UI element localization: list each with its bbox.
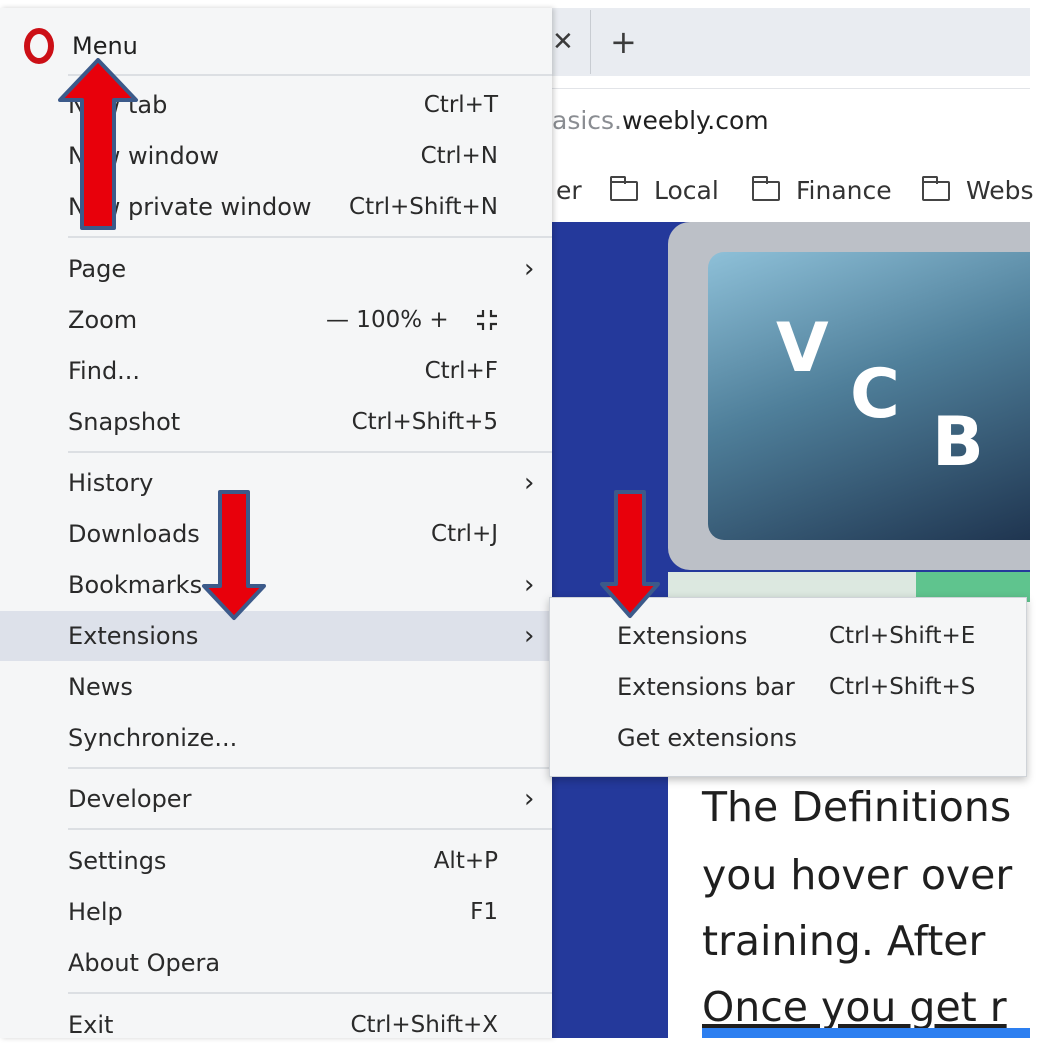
logo-letter: C bbox=[850, 355, 900, 434]
menu-item-exit[interactable]: Exit Ctrl+Shift+X bbox=[0, 1000, 552, 1050]
menu-item-history[interactable]: History › bbox=[0, 458, 552, 508]
menu-item-shortcut: Ctrl+Shift+X bbox=[350, 1012, 498, 1038]
menu-item-label: Bookmarks bbox=[68, 571, 203, 599]
menu-item-label: Find... bbox=[68, 357, 141, 385]
submenu-item-label: Get extensions bbox=[617, 724, 797, 752]
menu-item-label: About Opera bbox=[68, 949, 221, 977]
menu-item-shortcut: Alt+P bbox=[433, 848, 498, 874]
menu-divider bbox=[68, 828, 552, 830]
menu-item-snapshot[interactable]: Snapshot Ctrl+Shift+5 bbox=[0, 397, 552, 447]
menu-item-shortcut: Ctrl+N bbox=[420, 143, 498, 169]
chevron-right-icon: › bbox=[524, 621, 535, 651]
menu-item-synchronize[interactable]: Synchronize... bbox=[0, 713, 552, 763]
bookmark-folder-finance[interactable]: Finance bbox=[752, 172, 892, 210]
bookmark-folder-local[interactable]: Local bbox=[610, 172, 719, 210]
menu-item-developer[interactable]: Developer › bbox=[0, 774, 552, 824]
folder-icon bbox=[752, 176, 780, 201]
menu-item-label: Settings bbox=[68, 847, 167, 875]
menu-item-label: Help bbox=[68, 898, 123, 926]
chevron-right-icon: › bbox=[524, 468, 535, 498]
menu-item-shortcut: Ctrl+F bbox=[424, 358, 498, 384]
menu-item-label: Exit bbox=[68, 1011, 114, 1039]
link-highlight bbox=[702, 1028, 1030, 1038]
menu-divider bbox=[68, 992, 552, 994]
site-logo[interactable]: V C B bbox=[708, 252, 1030, 540]
submenu-item-get-extensions[interactable]: Get extensions bbox=[549, 713, 1025, 763]
chevron-right-icon: › bbox=[524, 784, 535, 814]
menu-item-label: Page bbox=[68, 255, 127, 283]
menu-item-shortcut: Ctrl+J bbox=[431, 521, 498, 547]
menu-item-about-opera[interactable]: About Opera bbox=[0, 938, 552, 988]
annotation-arrow-down bbox=[202, 490, 266, 620]
menu-item-label: News bbox=[68, 673, 133, 701]
chevron-right-icon: › bbox=[524, 570, 535, 600]
menu-item-news[interactable]: News bbox=[0, 662, 552, 712]
plus-icon[interactable]: + bbox=[610, 22, 640, 62]
url-host: weebly.com bbox=[622, 106, 769, 135]
menu-divider bbox=[68, 74, 552, 76]
menu-item-label: Synchronize... bbox=[68, 724, 238, 752]
menu-item-help[interactable]: Help F1 bbox=[0, 887, 552, 937]
menu-item-label: Extensions bbox=[68, 622, 199, 650]
menu-item-label: History bbox=[68, 469, 154, 497]
menu-divider bbox=[68, 236, 552, 238]
folder-icon bbox=[610, 176, 638, 201]
annotation-arrow-up bbox=[58, 58, 138, 230]
bookmark-label: er bbox=[556, 176, 582, 205]
submenu-item-extensions-bar[interactable]: Extensions bar Ctrl+Shift+S bbox=[549, 662, 1025, 712]
menu-item-page[interactable]: Page › bbox=[0, 244, 552, 294]
menu-item-bookmarks[interactable]: Bookmarks › bbox=[0, 560, 552, 610]
menu-item-label: Downloads bbox=[68, 520, 200, 548]
url-text[interactable]: asics.weebly.com bbox=[552, 104, 769, 138]
menu-divider bbox=[68, 767, 552, 769]
bookmark-label: Finance bbox=[796, 176, 892, 205]
annotation-arrow-down bbox=[600, 490, 660, 618]
fullscreen-icon[interactable] bbox=[474, 307, 500, 333]
menu-divider bbox=[68, 451, 552, 453]
menu-item-find[interactable]: Find... Ctrl+F bbox=[0, 346, 552, 396]
chevron-right-icon: › bbox=[524, 254, 535, 284]
menu-item-shortcut: Ctrl+Shift+N bbox=[349, 194, 498, 220]
menu-item-label: Zoom bbox=[68, 306, 138, 334]
submenu-item-shortcut: Ctrl+Shift+E bbox=[829, 623, 976, 649]
bookmark-item[interactable]: er bbox=[556, 172, 582, 210]
menu-item-label: Snapshot bbox=[68, 408, 181, 436]
tab-separator bbox=[590, 10, 591, 74]
menu-item-label: Developer bbox=[68, 785, 192, 813]
menu-item-settings[interactable]: Settings Alt+P bbox=[0, 836, 552, 886]
paragraph-line: you hover over bbox=[702, 851, 1013, 899]
submenu-item-shortcut: Ctrl+Shift+S bbox=[829, 674, 976, 700]
url-prefix: asics. bbox=[552, 106, 623, 135]
zoom-control[interactable]: — 100% + bbox=[326, 295, 449, 345]
close-icon[interactable]: ✕ bbox=[552, 22, 574, 62]
logo-letter: V bbox=[776, 309, 829, 388]
logo-letter: B bbox=[932, 403, 984, 482]
menu-item-zoom[interactable]: Zoom — 100% + bbox=[0, 295, 552, 345]
menu-item-shortcut: Ctrl+Shift+5 bbox=[351, 409, 498, 435]
menu-item-shortcut: Ctrl+T bbox=[423, 92, 498, 118]
opera-logo-icon[interactable] bbox=[24, 28, 54, 64]
paragraph-line: training. After bbox=[702, 917, 986, 965]
menu-item-downloads[interactable]: Downloads Ctrl+J bbox=[0, 509, 552, 559]
bookmark-label: Local bbox=[654, 176, 719, 205]
paragraph-link-line[interactable]: Once you get r bbox=[702, 982, 1007, 1032]
menu-item-extensions[interactable]: Extensions › bbox=[0, 611, 552, 661]
folder-icon bbox=[922, 176, 950, 201]
submenu-item-label: Extensions bar bbox=[617, 673, 795, 701]
bookmark-label: Webs bbox=[966, 176, 1034, 205]
paragraph-line: The Definitions bbox=[702, 783, 1012, 831]
menu-item-shortcut: F1 bbox=[470, 899, 498, 925]
bookmark-folder-webs[interactable]: Webs bbox=[922, 172, 1034, 210]
